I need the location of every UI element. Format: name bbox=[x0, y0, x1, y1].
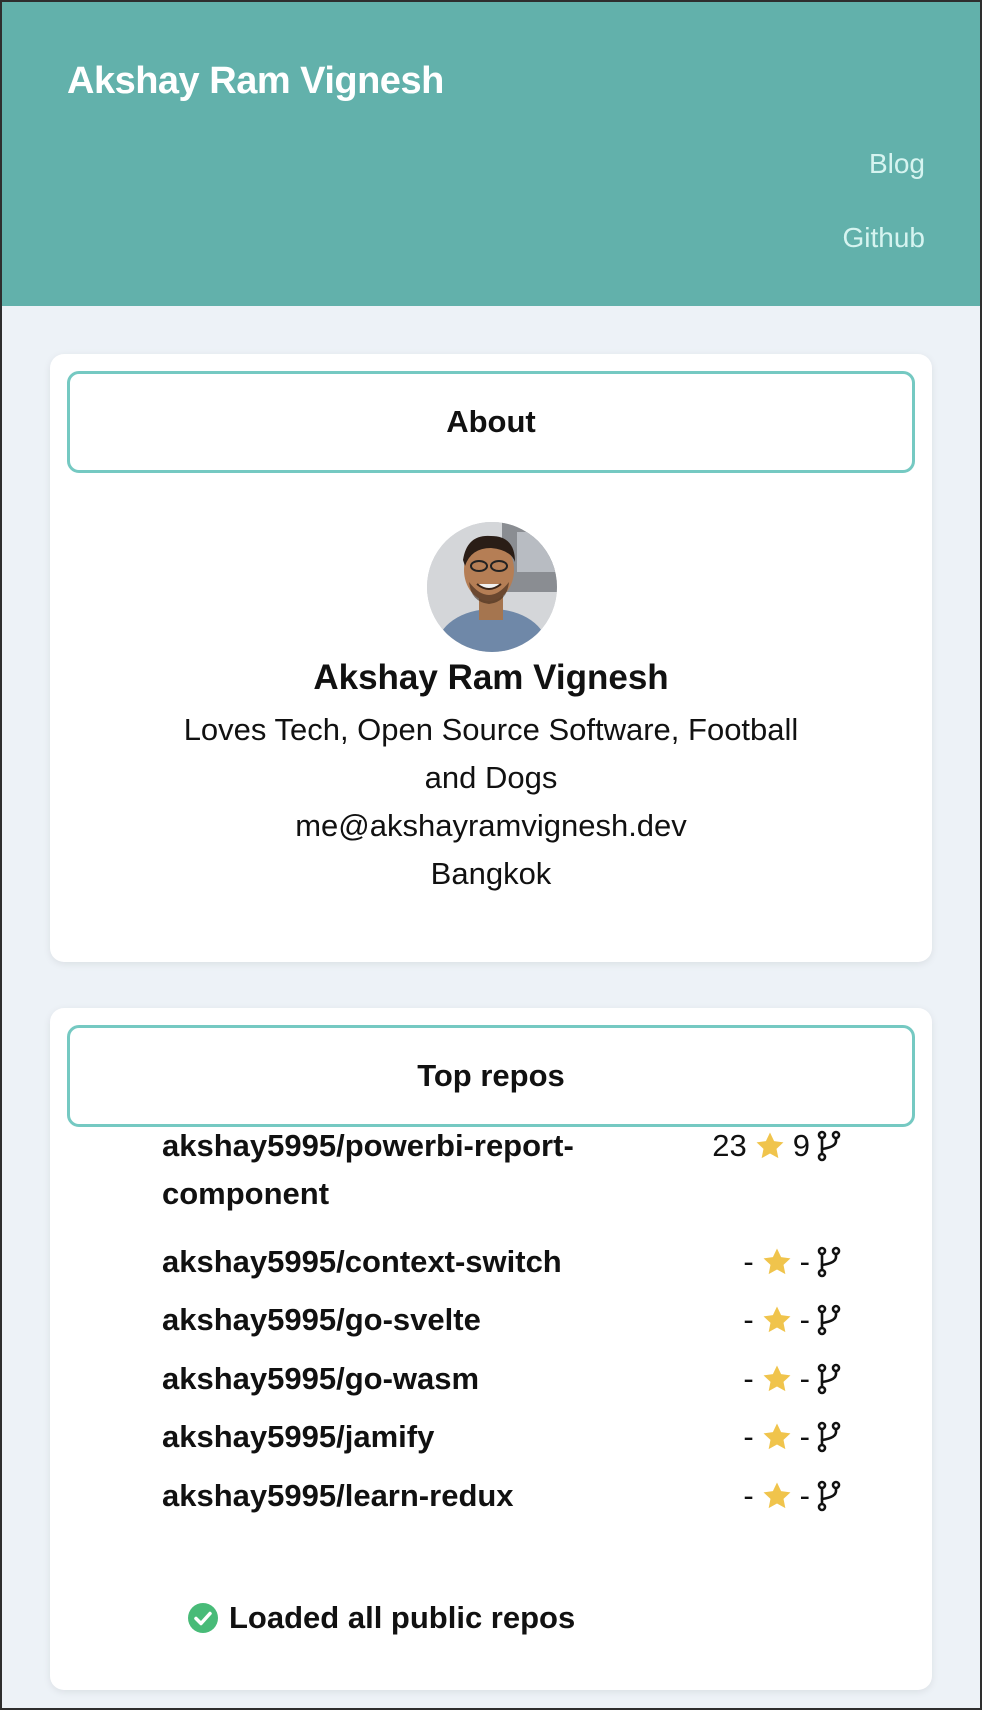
repo-stars: - bbox=[743, 1419, 754, 1454]
repo-stars: - bbox=[743, 1361, 754, 1396]
site-header: Akshay Ram Vignesh Blog Github bbox=[2, 2, 980, 306]
profile-name: Akshay Ram Vignesh bbox=[313, 658, 669, 697]
repo-name[interactable]: akshay5995/learn-redux bbox=[162, 1472, 632, 1520]
repo-name[interactable]: akshay5995/go-wasm bbox=[162, 1355, 632, 1403]
star-icon bbox=[760, 1245, 794, 1279]
page: Akshay Ram Vignesh Blog Github About Aks… bbox=[2, 2, 980, 1708]
nav-blog-link[interactable]: Blog bbox=[869, 148, 925, 180]
profile-location: Bangkok bbox=[430, 856, 552, 891]
repo-forks: - bbox=[799, 1302, 810, 1337]
fork-icon bbox=[816, 1130, 842, 1162]
repos-status: Loaded all public repos bbox=[187, 1600, 575, 1636]
about-card: About Akshay Ram Vignesh Loves Tech, Ope… bbox=[50, 354, 932, 962]
repo-stats: -- bbox=[743, 1238, 842, 1286]
profile-email[interactable]: me@akshayramvignesh.dev bbox=[50, 802, 932, 850]
avatar bbox=[427, 522, 557, 652]
fork-icon bbox=[816, 1246, 842, 1278]
star-icon bbox=[760, 1303, 794, 1337]
repo-forks: - bbox=[799, 1478, 810, 1513]
repo-stats: 23 9 bbox=[712, 1122, 842, 1170]
repos-heading: Top repos bbox=[67, 1025, 915, 1127]
profile-bio: Loves Tech, Open Source Software, Footba… bbox=[183, 712, 799, 795]
fork-icon bbox=[816, 1363, 842, 1395]
star-icon bbox=[753, 1129, 787, 1163]
repo-stats: -- bbox=[743, 1355, 842, 1403]
repo-forks: - bbox=[799, 1244, 810, 1279]
repo-stars: 23 bbox=[712, 1128, 747, 1163]
nav-github-link[interactable]: Github bbox=[843, 222, 926, 254]
repo-name[interactable]: akshay5995/context-switch bbox=[162, 1238, 632, 1286]
fork-icon bbox=[816, 1421, 842, 1453]
star-icon bbox=[760, 1420, 794, 1454]
repo-stats: -- bbox=[743, 1413, 842, 1461]
repo-stars: - bbox=[743, 1478, 754, 1513]
repo-stats: -- bbox=[743, 1296, 842, 1344]
check-circle-icon bbox=[187, 1602, 219, 1634]
repo-forks: - bbox=[799, 1419, 810, 1454]
star-icon bbox=[760, 1362, 794, 1396]
fork-icon bbox=[816, 1304, 842, 1336]
repo-name[interactable]: akshay5995/jamify bbox=[162, 1413, 632, 1461]
site-title[interactable]: Akshay Ram Vignesh bbox=[67, 60, 444, 103]
repos-status-text: Loaded all public repos bbox=[229, 1600, 576, 1635]
star-icon bbox=[760, 1479, 794, 1513]
repo-name[interactable]: akshay5995/go-svelte bbox=[162, 1296, 632, 1344]
about-heading: About bbox=[67, 371, 915, 473]
fork-icon bbox=[816, 1480, 842, 1512]
repo-stars: - bbox=[743, 1244, 754, 1279]
repo-stats: -- bbox=[743, 1472, 842, 1520]
repo-forks: - bbox=[799, 1361, 810, 1396]
repos-card: Top repos akshay5995/powerbi-report-comp… bbox=[50, 1008, 932, 1690]
repo-forks: 9 bbox=[792, 1128, 810, 1163]
repo-name[interactable]: akshay5995/powerbi-report-component bbox=[162, 1122, 632, 1218]
repo-stars: - bbox=[743, 1302, 754, 1337]
